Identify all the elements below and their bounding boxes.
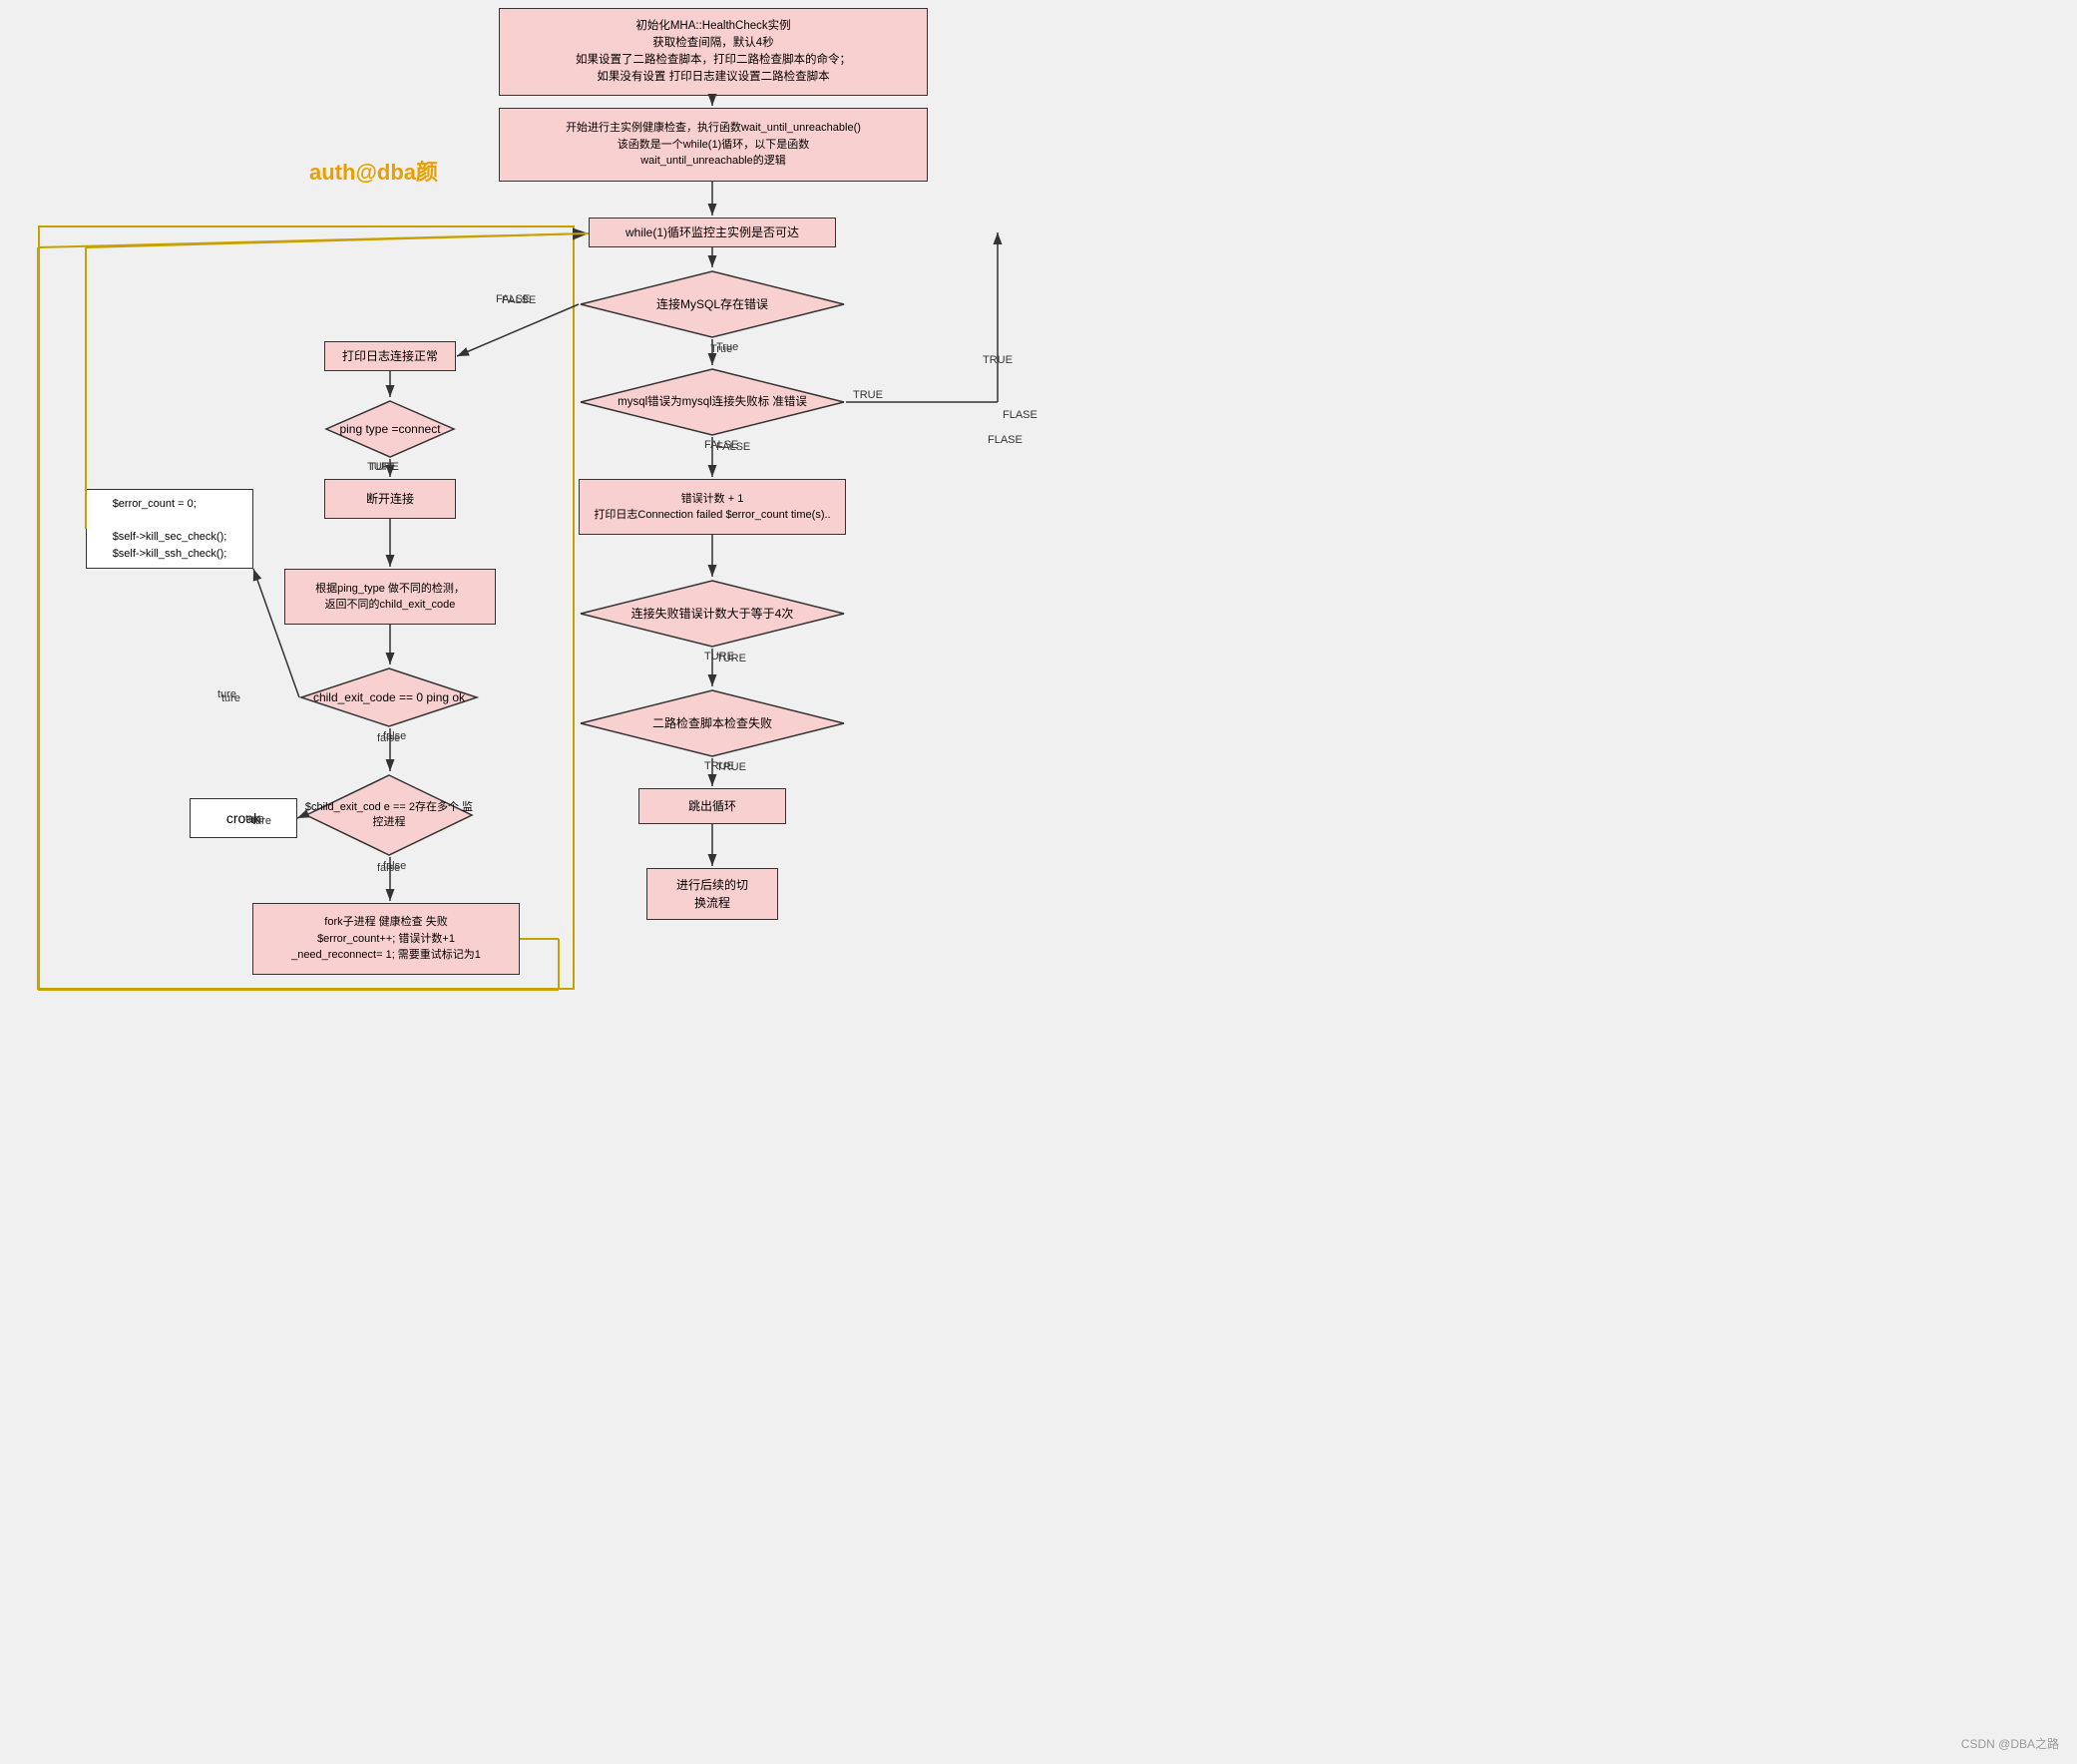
error-count-text: $error_count = 0; $self->kill_sec_check(… <box>113 496 227 562</box>
ture-connect-fail: TURE <box>716 653 746 664</box>
child-exit-two-text: $child_exit_cod e == 2存在多个 监控进程 <box>304 800 474 831</box>
secondary-check-text: 二路检查脚本检查失败 <box>652 715 772 732</box>
csdn-label: CSDN @DBA之路 <box>1961 1735 2059 1752</box>
secondary-check-diamond: 二路检查脚本检查失败 <box>579 688 846 758</box>
failover-box: 进行后续的切 换流程 <box>646 868 778 920</box>
true-upper-label: TRUE <box>983 354 1013 366</box>
error-count-box: $error_count = 0; $self->kill_sec_check(… <box>86 489 253 569</box>
while-box-text: while(1)循环监控主实例是否可达 <box>625 223 799 241</box>
error-count-plus-text: 错误计数 + 1 打印日志Connection failed $error_co… <box>594 491 830 524</box>
true-mysql-down: True <box>716 341 738 353</box>
mysql-error-std-diamond: mysql错误为mysql连接失败标 准错误 <box>579 367 846 437</box>
mysql-connect-error-diamond: 连接MySQL存在错误 <box>579 269 846 339</box>
child-exit-two-diamond: $child_exit_cod e == 2存在多个 监控进程 <box>304 773 474 857</box>
init-box: 初始化MHA::HealthCheck实例 获取检查间隔，默认4秒 如果设置了二… <box>499 8 928 96</box>
connect-fail-4-text: 连接失败错误计数大于等于4次 <box>631 606 794 623</box>
connect-fail-4-diamond: 连接失败错误计数大于等于4次 <box>579 579 846 649</box>
ping-type-diamond: ping type =connect <box>324 399 456 459</box>
fork-fail-text: fork子进程 健康检查 失败 $error_count++; 错误计数+1 _… <box>291 914 481 964</box>
child-exit-zero-text: child_exit_code == 0 ping ok <box>313 689 465 706</box>
watermark: auth@dba颜 <box>309 155 438 187</box>
ture-ping: TURE <box>369 461 399 473</box>
ping-type-text: ping type =connect <box>339 421 440 438</box>
exit-loop-text: 跳出循环 <box>688 797 736 815</box>
disconnect-text: 断开连接 <box>366 490 414 508</box>
croak-box: croak <box>190 798 297 838</box>
false-std-below: FALSE <box>716 441 750 453</box>
exit-loop-box: 跳出循环 <box>638 788 786 824</box>
print-normal-text: 打印日志连接正常 <box>342 347 438 365</box>
print-normal-box: 打印日志连接正常 <box>324 341 456 371</box>
ture-exit-zero: ture <box>221 692 240 704</box>
mysql-connect-error-text: 连接MySQL存在错误 <box>656 296 768 313</box>
child-exit-code-box: 根据ping_type 做不同的检测， 返回不同的child_exit_code <box>284 569 496 625</box>
error-count-plus-box: 错误计数 + 1 打印日志Connection failed $error_co… <box>579 479 846 535</box>
mysql-error-std-text: mysql错误为mysql连接失败标 准错误 <box>618 394 807 410</box>
fork-fail-box: fork子进程 健康检查 失败 $error_count++; 错误计数+1 _… <box>252 903 520 975</box>
true-secondary: TRUE <box>716 761 746 773</box>
false-mysql-connect: FALSE <box>496 293 530 305</box>
child-exit-zero-diamond: child_exit_code == 0 ping ok <box>299 666 479 728</box>
main-loop-text: 开始进行主实例健康检查，执行函数wait_until_unreachable()… <box>566 120 861 170</box>
child-exit-code-box-text: 根据ping_type 做不同的检测， 返回不同的child_exit_code <box>315 581 465 614</box>
true-upper-right: TRUE <box>853 389 883 401</box>
ture-exit-two: ture <box>245 813 264 825</box>
while-box: while(1)循环监控主实例是否可达 <box>589 218 836 247</box>
disconnect-box: 断开连接 <box>324 479 456 519</box>
failover-text: 进行后续的切 换流程 <box>676 876 748 912</box>
main-loop-start: 开始进行主实例健康检查，执行函数wait_until_unreachable()… <box>499 108 928 182</box>
flase-label: FLASE <box>988 434 1023 446</box>
false-exit-zero: false <box>383 730 406 742</box>
init-box-text: 初始化MHA::HealthCheck实例 获取检查间隔，默认4秒 如果设置了二… <box>576 18 851 87</box>
flase-right: FLASE <box>1003 409 1038 421</box>
false-exit-two: false <box>383 860 406 872</box>
